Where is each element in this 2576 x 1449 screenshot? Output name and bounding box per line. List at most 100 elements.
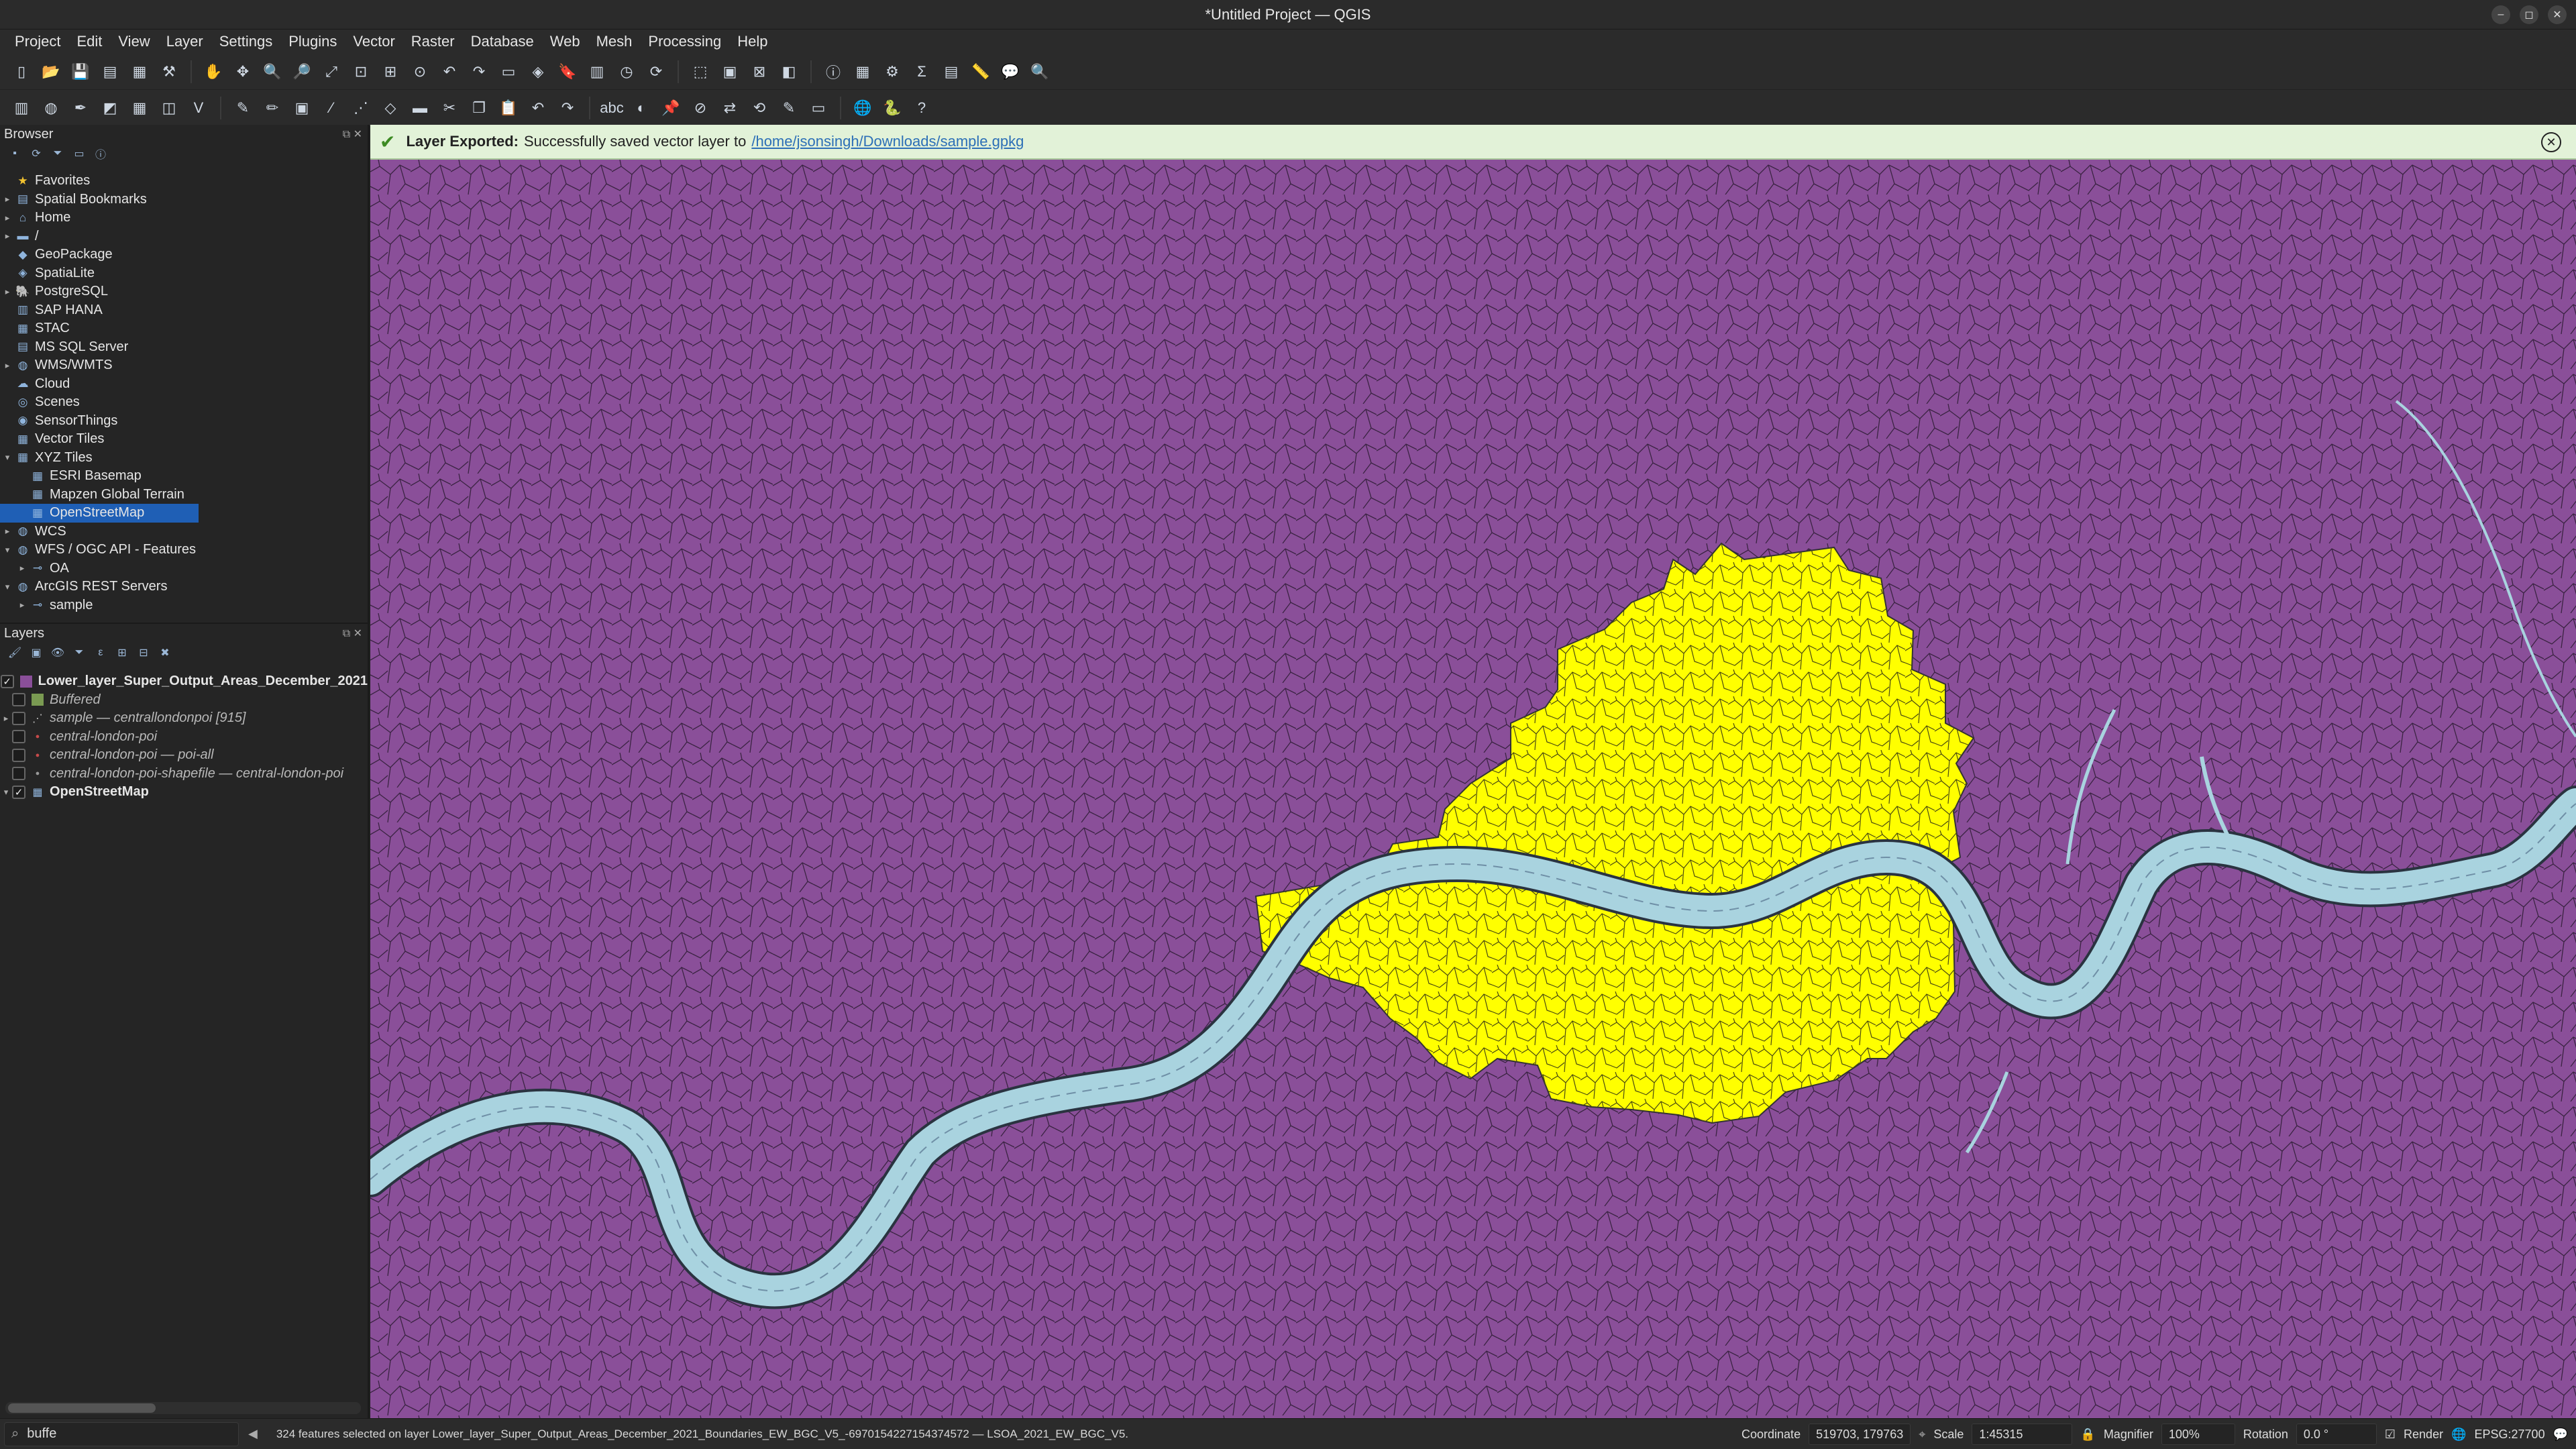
- layer-item[interactable]: ▾ ✓ ▦ OpenStreetMap: [0, 783, 368, 802]
- browser-item[interactable]: ▸ ▤ Spatial Bookmarks: [0, 191, 368, 209]
- menu-project[interactable]: Project: [7, 33, 68, 50]
- close-message-icon[interactable]: ✕: [2541, 132, 2561, 152]
- zoom-out-icon[interactable]: 🔎: [290, 60, 314, 84]
- delete-selected-icon[interactable]: ▬: [408, 96, 432, 120]
- zoom-to-layer-icon[interactable]: ⊞: [378, 60, 402, 84]
- deselect-features-icon[interactable]: ⊠: [747, 60, 771, 84]
- new-geopackage-layer-icon[interactable]: ◍: [39, 96, 63, 120]
- data-source-manager-icon[interactable]: ▥: [9, 96, 34, 120]
- paste-features-icon[interactable]: 📋: [496, 96, 521, 120]
- toggle-extents-icon[interactable]: ⌖: [1919, 1428, 1925, 1442]
- add-mesh-layer-icon[interactable]: ◫: [157, 96, 181, 120]
- browser-item[interactable]: ▸ ⊸ sample: [0, 596, 368, 615]
- expand-arrow-icon[interactable]: ▸: [0, 360, 15, 371]
- layer-item[interactable]: ● central-london-poi: [0, 728, 368, 747]
- layer-visibility-checkbox[interactable]: [12, 693, 25, 707]
- browser-item[interactable]: ▸ ⌂ Home: [0, 209, 368, 227]
- locator-search[interactable]: ⌕ buffe: [4, 1421, 239, 1446]
- style-manager-icon[interactable]: ⚒: [157, 60, 181, 84]
- collapse-all-icon[interactable]: ▭: [72, 147, 86, 160]
- locator-input-value[interactable]: buffe: [27, 1426, 56, 1442]
- new-map-view-icon[interactable]: ▭: [496, 60, 521, 84]
- menu-mesh[interactable]: Mesh: [588, 33, 641, 50]
- panel-close-icon[interactable]: ⧉ ✕: [343, 127, 362, 141]
- expand-arrow-icon[interactable]: ▸: [0, 213, 15, 223]
- layer-visibility-checkbox[interactable]: [12, 748, 25, 762]
- lock-scale-icon[interactable]: 🔒: [2080, 1428, 2095, 1442]
- filter-legend-icon[interactable]: ⏷: [72, 646, 86, 659]
- temporal-controller-icon[interactable]: ◷: [614, 60, 639, 84]
- menu-edit[interactable]: Edit: [68, 33, 110, 50]
- change-label-icon[interactable]: ✎: [777, 96, 801, 120]
- maximize-icon[interactable]: ◻: [2520, 5, 2538, 24]
- browser-item[interactable]: ▦ Vector Tiles: [0, 430, 368, 449]
- browser-item[interactable]: ▸ ◍ WCS: [0, 523, 368, 541]
- measure-line-icon[interactable]: 📏: [969, 60, 993, 84]
- expand-arrow-icon[interactable]: ▸: [15, 600, 30, 610]
- render-checkbox[interactable]: ☑: [2385, 1428, 2396, 1442]
- vertex-tool-icon[interactable]: ◇: [378, 96, 402, 120]
- remove-layer-icon[interactable]: ✖: [158, 646, 172, 659]
- expand-arrow-icon[interactable]: ▾: [0, 582, 15, 592]
- expand-arrow-icon[interactable]: ▸: [15, 563, 30, 574]
- layer-item[interactable]: ✓ Lower_layer_Super_Output_Areas_December…: [0, 672, 368, 691]
- map-tips-icon[interactable]: 💬: [998, 60, 1022, 84]
- menu-processing[interactable]: Processing: [640, 33, 729, 50]
- message-file-link[interactable]: /home/jsonsingh/Downloads/sample.gpkg: [751, 133, 1024, 150]
- layer-visibility-checkbox[interactable]: [12, 767, 25, 781]
- browser-item[interactable]: ▦ OpenStreetMap: [0, 504, 199, 523]
- digitize-icon[interactable]: ⁄: [319, 96, 343, 120]
- add-selected-layers-icon[interactable]: ▪: [8, 147, 21, 160]
- layer-item[interactable]: ● central-london-poi-shapefile — central-…: [0, 765, 368, 784]
- layer-visibility-checkbox[interactable]: ✓: [12, 785, 25, 799]
- browser-item[interactable]: ▸ 🐘 PostgreSQL: [0, 282, 368, 301]
- browser-item[interactable]: ◎ Scenes: [0, 393, 368, 412]
- label-callout-icon[interactable]: ▭: [806, 96, 830, 120]
- new-shapefile-layer-icon[interactable]: ✒: [68, 96, 93, 120]
- expand-arrow-icon[interactable]: ▸: [0, 194, 15, 205]
- expand-arrow-icon[interactable]: ▾: [0, 452, 15, 463]
- new-bookmark-icon[interactable]: 🔖: [555, 60, 580, 84]
- refresh-icon[interactable]: ⟳: [30, 147, 43, 160]
- copy-features-icon[interactable]: ❐: [467, 96, 491, 120]
- text-annotation-icon[interactable]: 🔍: [1028, 60, 1052, 84]
- filter-icon[interactable]: ⏷: [51, 147, 64, 160]
- minimize-icon[interactable]: –: [2491, 5, 2510, 24]
- menu-raster[interactable]: Raster: [403, 33, 463, 50]
- menu-help[interactable]: Help: [729, 33, 775, 50]
- rotate-label-icon[interactable]: ⟲: [747, 96, 771, 120]
- open-project-icon[interactable]: 📂: [39, 60, 63, 84]
- expand-arrow-icon[interactable]: ▸: [0, 286, 15, 297]
- browser-item[interactable]: ▥ SAP HANA: [0, 301, 368, 320]
- browser-item[interactable]: ◈ SpatiaLite: [0, 264, 368, 283]
- zoom-last-icon[interactable]: ↶: [437, 60, 462, 84]
- python-console-icon[interactable]: 🐍: [880, 96, 904, 120]
- crs-globe-icon[interactable]: 🌐: [2451, 1428, 2466, 1442]
- zoom-full-icon[interactable]: ⤢: [319, 60, 343, 84]
- layer-item[interactable]: Buffered: [0, 691, 368, 710]
- new-temporary-layer-icon[interactable]: ◩: [98, 96, 122, 120]
- browser-item[interactable]: ▾ ◍ WFS / OGC API - Features: [0, 541, 368, 559]
- browser-item[interactable]: ▸ ▬ /: [0, 227, 368, 246]
- save-edits-icon[interactable]: ▣: [290, 96, 314, 120]
- manage-visibility-icon[interactable]: 👁: [51, 646, 64, 659]
- pin-label-icon[interactable]: 📌: [659, 96, 683, 120]
- layer-visibility-checkbox[interactable]: [12, 711, 25, 725]
- layer-visibility-checkbox[interactable]: [12, 730, 25, 744]
- browser-item[interactable]: ▦ Mapzen Global Terrain: [0, 486, 368, 504]
- browser-item[interactable]: ▤ MS SQL Server: [0, 338, 368, 357]
- show-bookmarks-icon[interactable]: ▥: [585, 60, 609, 84]
- magnifier-field[interactable]: 100%: [2161, 1424, 2235, 1445]
- add-point-icon[interactable]: ⋰: [349, 96, 373, 120]
- browser-item[interactable]: ★ Favorites: [0, 172, 368, 191]
- expand-arrow-icon[interactable]: ▾: [0, 545, 15, 555]
- open-attribute-table-icon[interactable]: ▦: [851, 60, 875, 84]
- select-features-icon[interactable]: ⬚: [688, 60, 712, 84]
- move-label-icon[interactable]: ⇄: [718, 96, 742, 120]
- panel-close-icon[interactable]: ⧉ ✕: [343, 627, 362, 640]
- toggle-editing-icon[interactable]: ✏: [260, 96, 284, 120]
- show-hide-labels-icon[interactable]: ⊘: [688, 96, 712, 120]
- browser-item[interactable]: ▦ ESRI Basemap: [0, 467, 368, 486]
- browser-item[interactable]: ▾ ▦ XYZ Tiles: [0, 449, 368, 468]
- zoom-to-selection-icon[interactable]: ⊡: [349, 60, 373, 84]
